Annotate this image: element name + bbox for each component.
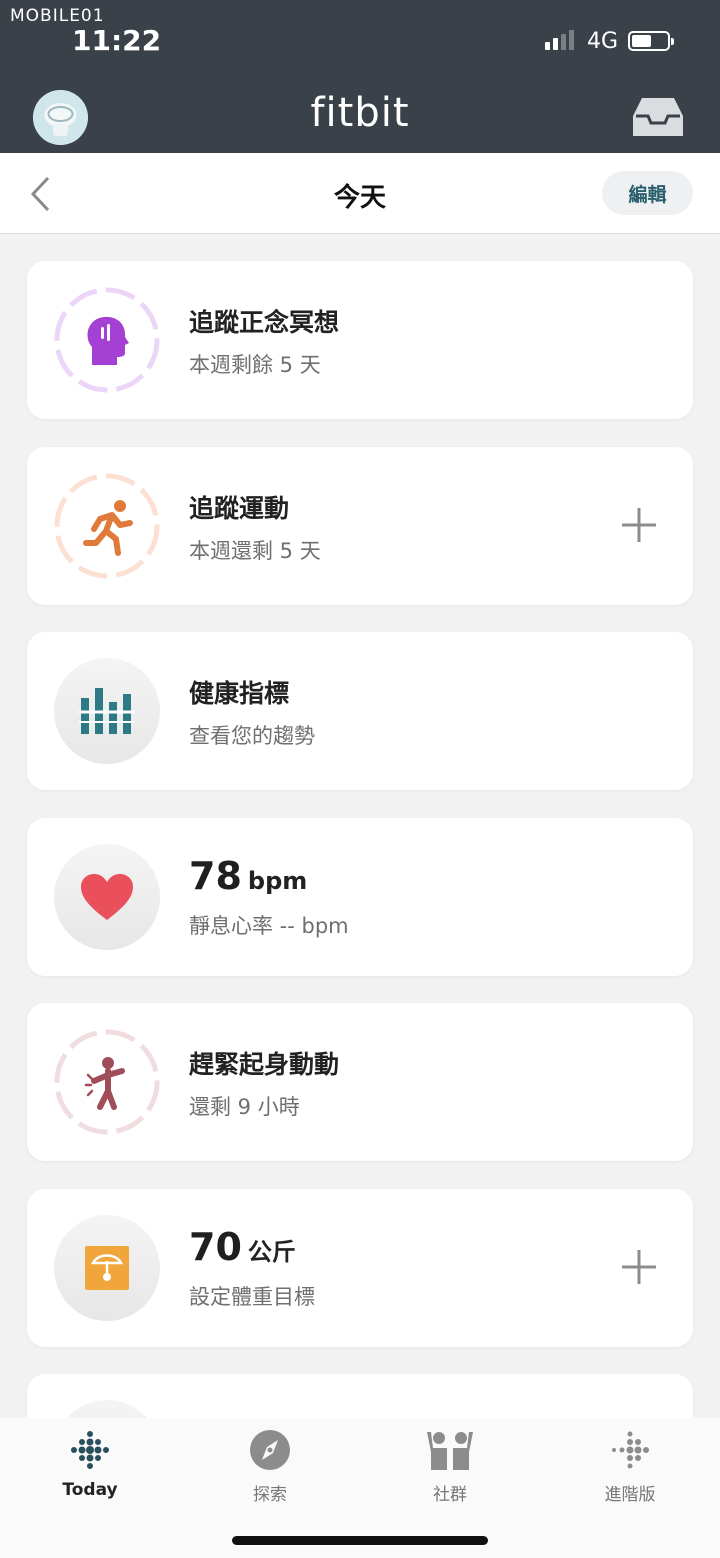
nav-today[interactable]: Today: [30, 1428, 150, 1500]
card-title: 趕緊起身動動: [189, 1050, 340, 1079]
card-title: 追蹤運動: [189, 494, 290, 523]
card-subtitle: 靜息心率 -- bpm: [189, 914, 349, 938]
running-icon: [54, 473, 160, 579]
card-mindfulness[interactable]: 追蹤正念冥想 本週剩餘 5 天: [27, 261, 693, 419]
metric-unit: bpm: [247, 867, 308, 895]
scale-icon: [85, 1246, 129, 1290]
card-subtitle: 還剩 9 小時: [189, 1095, 300, 1119]
card-subtitle: 設定體重目標: [189, 1285, 315, 1309]
premium-dots-icon: [612, 1431, 649, 1469]
compass-icon: [250, 1430, 290, 1470]
weight-badge: [54, 1215, 160, 1321]
watermark: MOBILE01: [10, 6, 105, 26]
edit-button[interactable]: 編輯: [602, 171, 693, 215]
inbox-icon: [633, 98, 683, 136]
add-weight-button[interactable]: [621, 1249, 657, 1289]
inbox-button[interactable]: [632, 96, 684, 142]
app-logo: fitbit: [310, 90, 410, 136]
metric-value: 70: [189, 1225, 242, 1269]
card-hourly-activity[interactable]: 趕緊起身動動 還剩 9 小時: [27, 1003, 693, 1161]
stand-up-icon: [54, 1029, 160, 1135]
nav-label: 進階版: [604, 1485, 656, 1505]
heart-badge: [54, 844, 160, 950]
add-exercise-button[interactable]: [621, 507, 657, 547]
card-weight[interactable]: 70 公斤 設定體重目標: [27, 1189, 693, 1347]
card-health-metrics[interactable]: 健康指標 查看您的趨勢: [27, 632, 693, 790]
community-icon: [427, 1432, 473, 1470]
health-metrics-icon: [79, 688, 135, 734]
exercise-ring: [54, 473, 160, 579]
sub-header: 今天 編輯: [0, 153, 720, 234]
heart-rate-value: 78 bpm: [189, 854, 307, 898]
card-heart-rate[interactable]: 78 bpm 靜息心率 -- bpm: [27, 818, 693, 976]
heart-icon: [81, 874, 133, 920]
card-title: 追蹤正念冥想: [189, 308, 340, 337]
today-dots-icon: [71, 1431, 109, 1469]
plus-icon: [622, 508, 656, 542]
app-header: MOBILE01 11:22 4G fitbit: [0, 0, 720, 153]
nav-label: Today: [62, 1480, 118, 1500]
nav-label: 探索: [253, 1485, 287, 1505]
mindfulness-head-icon: [54, 287, 160, 393]
nav-discover[interactable]: 探索: [210, 1428, 330, 1505]
plus-icon: [622, 1250, 656, 1284]
weight-value: 70 公斤: [189, 1225, 296, 1269]
nav-community[interactable]: 社群: [390, 1428, 510, 1505]
card-title: 健康指標: [189, 679, 290, 708]
signal-icon: [545, 30, 574, 50]
metric-value: 78: [189, 854, 242, 898]
card-subtitle: 本週剩餘 5 天: [189, 353, 321, 377]
mindfulness-ring: [54, 287, 160, 393]
hourly-activity-ring: [54, 1029, 160, 1135]
network-type: 4G: [587, 29, 619, 54]
card-subtitle: 查看您的趨勢: [189, 724, 315, 748]
nav-premium[interactable]: 進階版: [570, 1428, 690, 1505]
battery-icon: [628, 31, 674, 51]
status-time: 11:22: [72, 24, 162, 57]
card-subtitle: 本週還剩 5 天: [189, 539, 321, 563]
health-metrics-badge: [54, 658, 160, 764]
metric-unit: 公斤: [247, 1238, 296, 1266]
home-indicator: [232, 1536, 488, 1545]
nav-label: 社群: [433, 1485, 467, 1505]
card-exercise[interactable]: 追蹤運動 本週還剩 5 天: [27, 447, 693, 605]
